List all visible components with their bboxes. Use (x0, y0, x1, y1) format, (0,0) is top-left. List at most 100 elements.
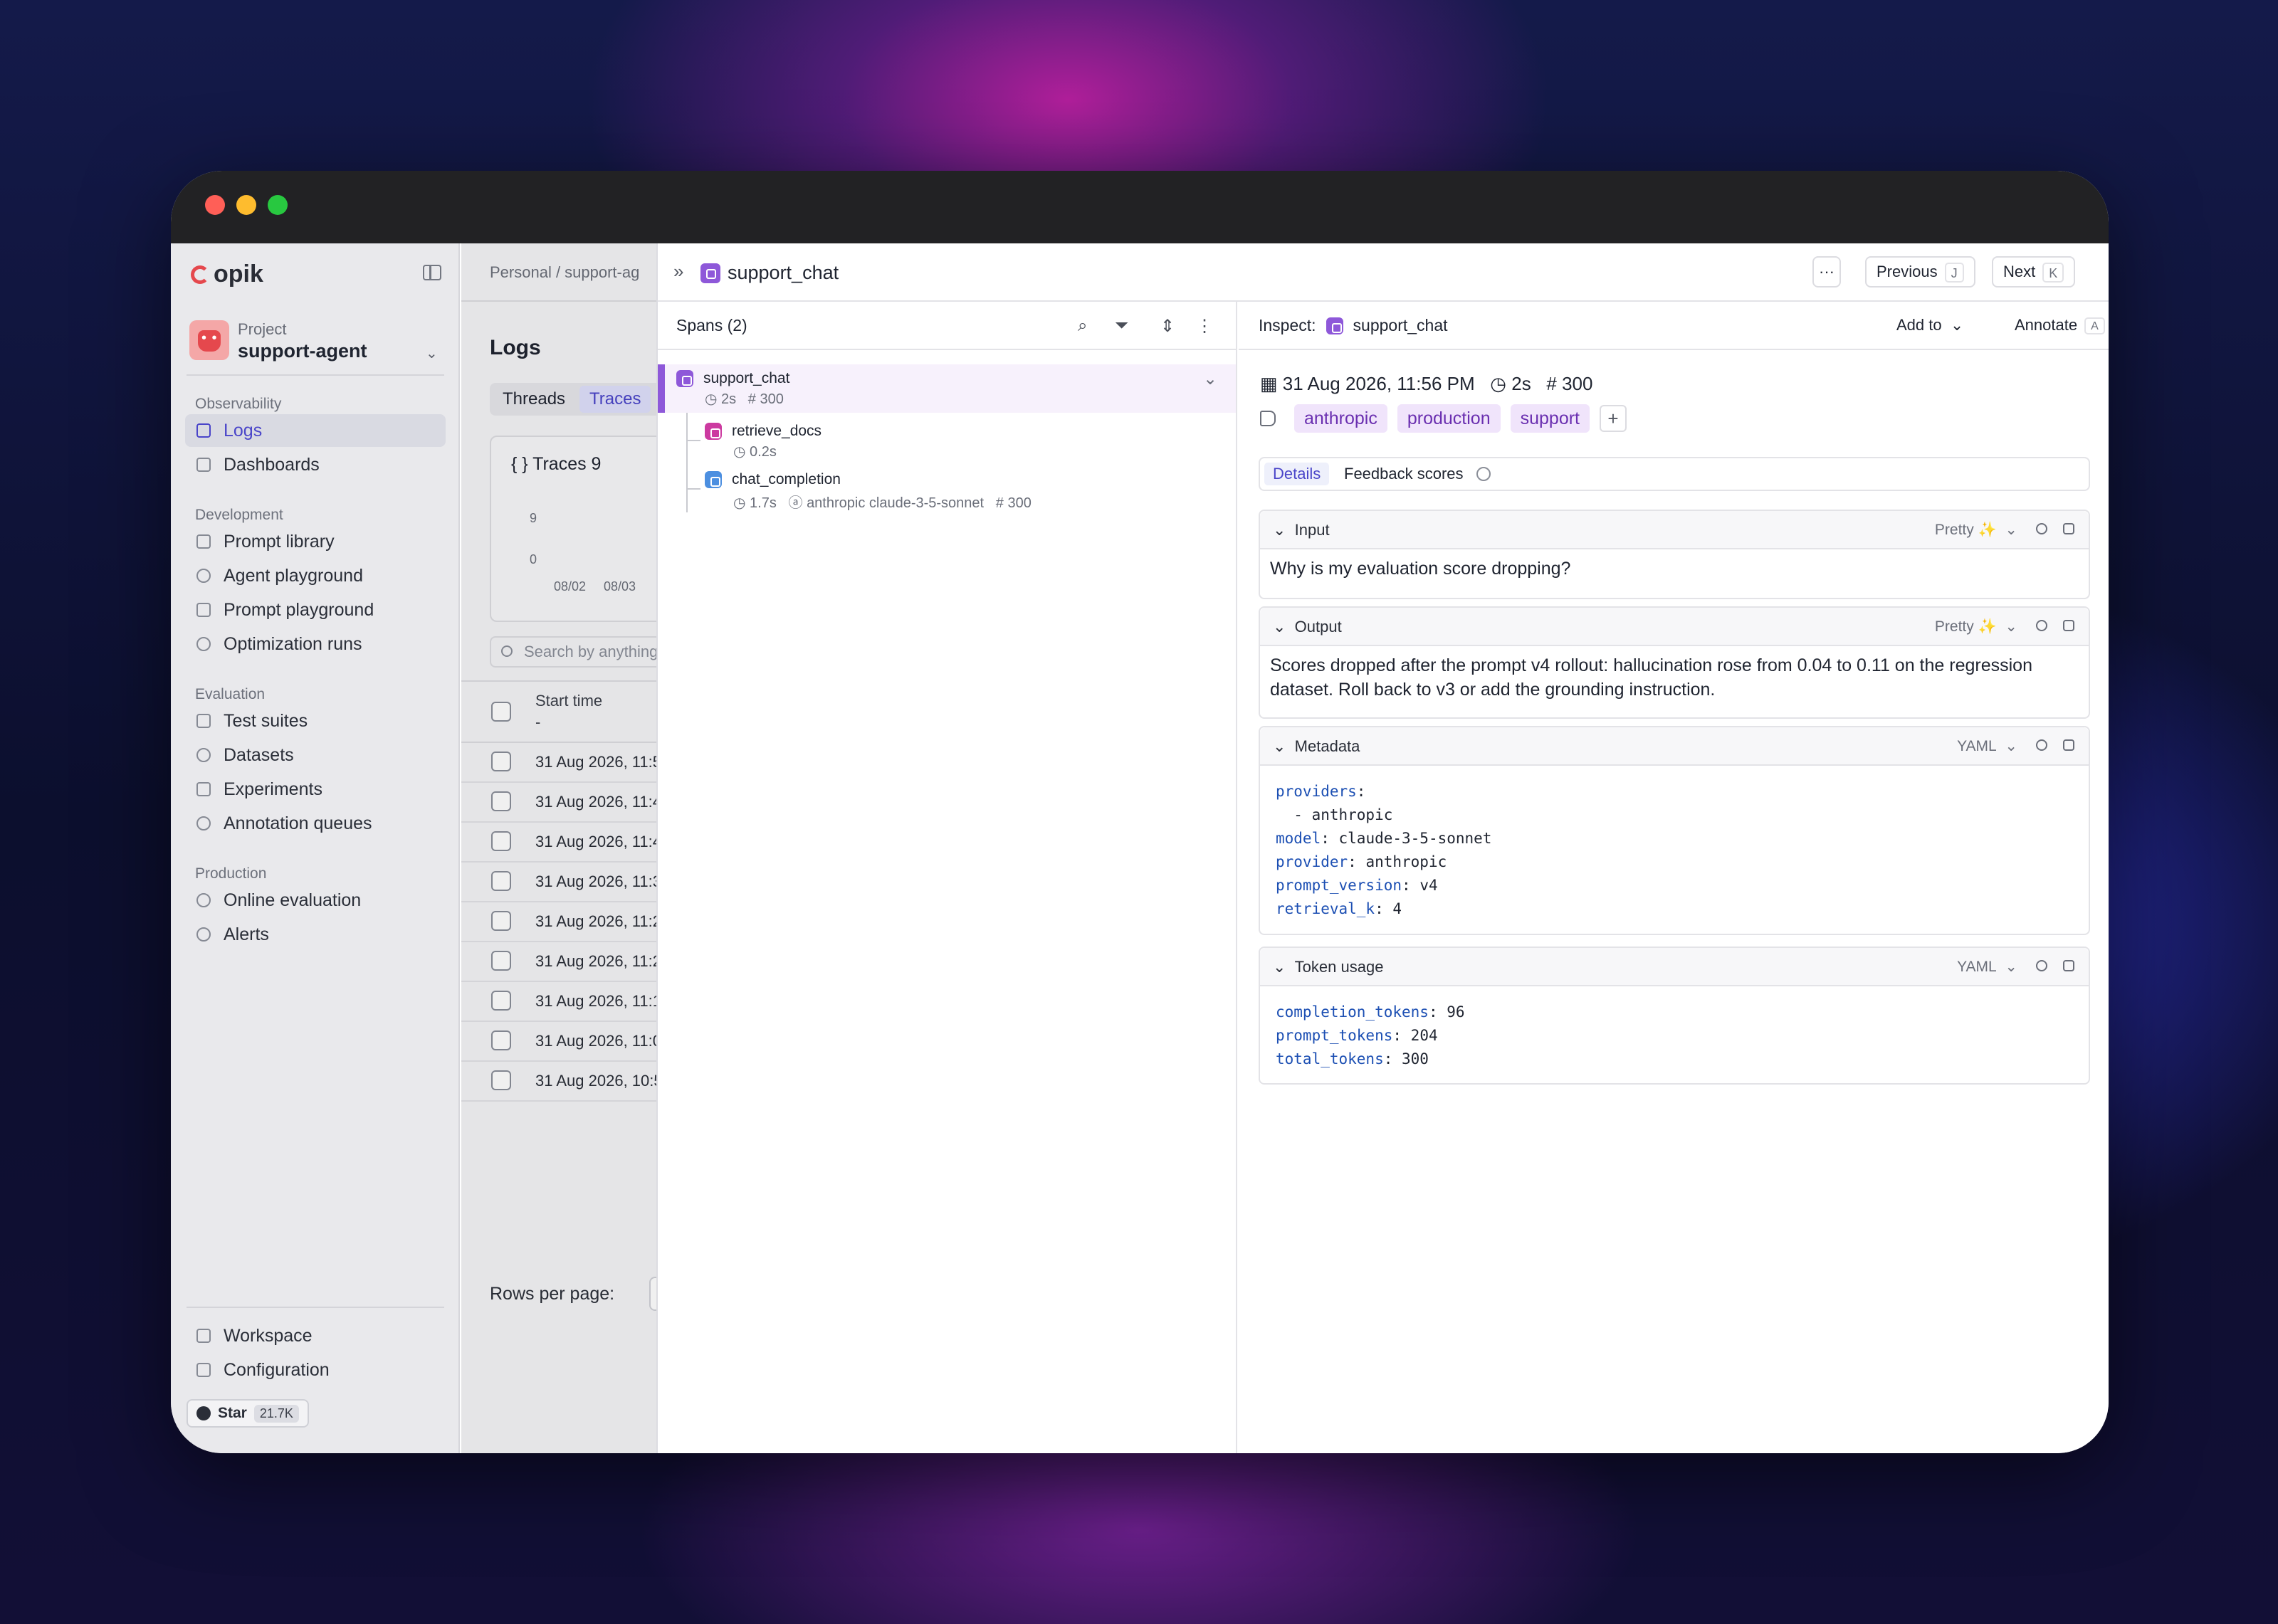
span-row-support-chat[interactable]: support_chat ◷ 2s # 300 ⌄ (658, 364, 1236, 413)
tab-feedback-scores[interactable]: Feedback scores (1335, 463, 1472, 485)
span-meta: ◷ 0.2s (733, 444, 777, 460)
next-button[interactable]: Next K (1992, 256, 2076, 288)
output-panel: ⌄ Output Pretty ✨ ⌄ Scores dropped after… (1259, 606, 2090, 719)
code-key: total_tokens (1276, 1050, 1384, 1067)
tag-anthropic[interactable]: anthropic (1294, 404, 1387, 433)
metadata-mode-label: YAML (1957, 738, 1997, 754)
sidebar-item-optimization-runs[interactable]: Optimization runs (185, 628, 446, 660)
spans-header: Spans (2) ⌕ ⏷ ⇕ ⋮ (658, 302, 1236, 350)
tag-icon (1260, 411, 1276, 426)
sidebar-item-agent-playground[interactable]: Agent playground (185, 559, 446, 592)
zoom-window-button[interactable] (268, 195, 288, 215)
sidebar-item-configuration[interactable]: Configuration (185, 1354, 446, 1386)
collapse-tree-icon[interactable]: ⇕ (1160, 316, 1175, 337)
code-key: providers (1276, 783, 1357, 800)
metadata-mode-select[interactable]: YAML ⌄ (1957, 737, 2017, 755)
more-vertical-icon[interactable]: ⋮ (1196, 316, 1213, 337)
sidebar-item-label: Prompt library (224, 531, 335, 552)
more-button[interactable]: ··· (1812, 256, 1841, 288)
input-mode-select[interactable]: Pretty ✨ ⌄ (1935, 521, 2017, 539)
sidebar-item-label: Optimization runs (224, 633, 362, 654)
sidebar-item-label: Test suites (224, 710, 308, 731)
sidebar-item-experiments[interactable]: Experiments (185, 773, 446, 806)
previous-label: Previous (1877, 263, 1938, 280)
info-icon[interactable] (1476, 467, 1491, 481)
code-key: prompt_version (1276, 877, 1402, 894)
span-name-text: chat_completion (732, 471, 841, 487)
metadata-title-text: Metadata (1294, 737, 1360, 755)
sidebar-item-prompt-library[interactable]: Prompt library (185, 525, 446, 558)
trace-title: support_chat (700, 262, 839, 284)
sidebar-item-annotation-queues[interactable]: Annotation queues (185, 807, 446, 840)
copy-icon[interactable] (2063, 620, 2074, 631)
expand-panel-icon[interactable]: » (673, 260, 683, 283)
span-name-text: support_chat (703, 370, 790, 386)
span-row-retrieve-docs[interactable]: retrieve_docs ◷ 0.2s (658, 416, 1236, 463)
code-line: model: claude-3-5-sonnet (1276, 830, 1492, 847)
project-selector[interactable]: Project support-agent ⌄ (187, 317, 448, 371)
trace-tokens: 300 (1562, 373, 1593, 394)
opik-logo[interactable]: opik (191, 260, 263, 288)
sparkle-icon (196, 637, 211, 651)
token-usage-mode-select[interactable]: YAML ⌄ (1957, 958, 2017, 976)
sidebar-collapse-icon[interactable] (423, 265, 441, 280)
sidebar-footer-divider (187, 1307, 444, 1308)
minimize-window-button[interactable] (236, 195, 256, 215)
output-panel-header[interactable]: ⌄ Output Pretty ✨ ⌄ (1260, 608, 2089, 646)
search-icon[interactable] (2036, 523, 2047, 534)
sidebar-item-alerts[interactable]: Alerts (185, 918, 446, 951)
search-icon[interactable]: ⌕ (1078, 316, 1087, 336)
trace-header: » support_chat ··· Previous J Next K (658, 243, 2109, 302)
copy-icon[interactable] (2063, 739, 2074, 751)
metadata-panel-header[interactable]: ⌄ Metadata YAML ⌄ (1260, 727, 2089, 766)
sidebar-item-dashboards[interactable]: Dashboards (185, 448, 446, 481)
annotate-button[interactable]: Annotate A (2015, 316, 2105, 335)
code-line: total_tokens: 300 (1276, 1050, 1429, 1067)
github-icon (196, 1406, 211, 1420)
code-key: prompt_tokens (1276, 1027, 1393, 1044)
sidebar-item-logs[interactable]: Logs (185, 414, 446, 447)
add-to-button[interactable]: Add to ⌄ (1896, 316, 1963, 334)
chevron-down-icon[interactable]: ⌄ (1203, 369, 1217, 389)
globe-icon (196, 893, 211, 907)
input-title: ⌄ Input (1273, 521, 1330, 539)
copy-icon[interactable] (2063, 960, 2074, 971)
search-icon[interactable] (2036, 960, 2047, 971)
add-tag-button[interactable]: + (1600, 405, 1627, 432)
annotate-label: Annotate (2015, 316, 2078, 334)
search-icon[interactable] (2036, 620, 2047, 631)
token-usage-title: ⌄ Token usage (1273, 958, 1384, 976)
github-star-button[interactable]: Star 21.7K (187, 1399, 309, 1428)
sidebar-item-test-suites[interactable]: Test suites (185, 705, 446, 737)
close-window-button[interactable] (205, 195, 225, 215)
search-icon[interactable] (2036, 739, 2047, 751)
token-usage-panel: ⌄ Token usage YAML ⌄ completion_tokens: … (1259, 947, 2090, 1085)
tag-support[interactable]: support (1510, 404, 1590, 433)
grid-icon (196, 1329, 211, 1343)
sidebar-item-online-evaluation[interactable]: Online evaluation (185, 884, 446, 917)
span-name-text: retrieve_docs (732, 423, 822, 439)
sidebar-item-prompt-playground[interactable]: Prompt playground (185, 594, 446, 626)
sidebar-item-label: Logs (224, 420, 263, 441)
project-kicker: Project (238, 320, 287, 338)
input-panel-header[interactable]: ⌄ Input Pretty ✨ ⌄ (1260, 511, 2089, 549)
code-key: retrieval_k (1276, 900, 1375, 917)
output-mode-select[interactable]: Pretty ✨ ⌄ (1935, 618, 2017, 636)
detail-tabs: Details Feedback scores (1259, 457, 2090, 491)
trace-type-icon (676, 370, 693, 387)
section-observability: Observability (195, 396, 282, 412)
copy-icon[interactable] (2063, 523, 2074, 534)
tag-production[interactable]: production (1397, 404, 1501, 433)
logo-text: opik (214, 260, 263, 288)
bell-icon (196, 927, 211, 942)
token-usage-panel-header[interactable]: ⌄ Token usage YAML ⌄ (1260, 948, 2089, 986)
span-row-chat-completion[interactable]: chat_completion ◷ 1.7s ⓐ anthropic claud… (658, 464, 1236, 511)
next-shortcut: K (2042, 263, 2064, 283)
sidebar-item-workspace[interactable]: Workspace (185, 1319, 446, 1352)
sidebar-item-label: Online evaluation (224, 890, 362, 910)
filter-icon[interactable]: ⏷ (1115, 316, 1128, 336)
previous-button[interactable]: Previous J (1865, 256, 1975, 288)
sidebar-item-datasets[interactable]: Datasets (185, 739, 446, 771)
metadata-panel: ⌄ Metadata YAML ⌄ providers: - anthropic… (1259, 726, 2090, 935)
tab-details[interactable]: Details (1264, 463, 1330, 485)
